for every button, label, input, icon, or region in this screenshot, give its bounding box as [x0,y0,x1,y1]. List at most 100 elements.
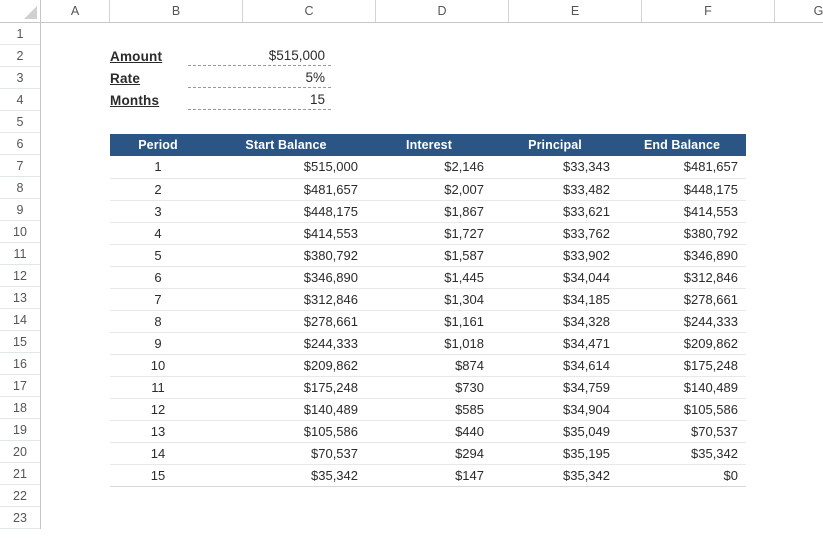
cell-interest[interactable]: $2,007 [366,178,492,201]
cell-period[interactable]: 1 [110,156,206,179]
cell-end-balance[interactable]: $105,586 [618,398,746,421]
cell-principal[interactable]: $33,343 [492,156,618,179]
cell-interest[interactable]: $147 [366,464,492,487]
cell-interest[interactable]: $585 [366,398,492,421]
cell-period[interactable]: 8 [110,310,206,333]
cell-interest[interactable]: $1,018 [366,332,492,355]
cell-interest[interactable]: $1,161 [366,310,492,333]
cell-interest[interactable]: $440 [366,420,492,443]
row-header-7[interactable]: 7 [0,155,40,177]
cell-period[interactable]: 12 [110,398,206,421]
row-header-15[interactable]: 15 [0,331,40,353]
cell-end-balance[interactable]: $414,553 [618,200,746,223]
row-header-17[interactable]: 17 [0,375,40,397]
row-header-22[interactable]: 22 [0,485,40,507]
cell-period[interactable]: 2 [110,178,206,201]
cell-interest[interactable]: $874 [366,354,492,377]
cell-period[interactable]: 15 [110,464,206,487]
row-header-11[interactable]: 11 [0,243,40,265]
row-header-13[interactable]: 13 [0,287,40,309]
cell-end-balance[interactable]: $140,489 [618,376,746,399]
row-header-12[interactable]: 12 [0,265,40,287]
cell-interest[interactable]: $730 [366,376,492,399]
cell-principal[interactable]: $35,195 [492,442,618,465]
cell-start-balance[interactable]: $278,661 [206,310,366,333]
cell-start-balance[interactable]: $448,175 [206,200,366,223]
cell-start-balance[interactable]: $414,553 [206,222,366,245]
row-header-8[interactable]: 8 [0,177,40,199]
column-header-b[interactable]: B [110,0,243,22]
cell-end-balance[interactable]: $448,175 [618,178,746,201]
cell-interest[interactable]: $1,445 [366,266,492,289]
row-header-14[interactable]: 14 [0,309,40,331]
row-header-3[interactable]: 3 [0,67,40,89]
row-header-18[interactable]: 18 [0,397,40,419]
column-header-f[interactable]: F [642,0,775,22]
cell-interest[interactable]: $1,727 [366,222,492,245]
cell-principal[interactable]: $33,621 [492,200,618,223]
cell-interest[interactable]: $1,304 [366,288,492,311]
row-header-6[interactable]: 6 [0,133,40,155]
cell-principal[interactable]: $33,902 [492,244,618,267]
cell-period[interactable]: 10 [110,354,206,377]
cell-start-balance[interactable]: $244,333 [206,332,366,355]
column-header-interest[interactable]: Interest [366,134,492,156]
cell-end-balance[interactable]: $278,661 [618,288,746,311]
cell-period[interactable]: 13 [110,420,206,443]
cell-end-balance[interactable]: $244,333 [618,310,746,333]
row-header-10[interactable]: 10 [0,221,40,243]
cell-period[interactable]: 4 [110,222,206,245]
row-header-5[interactable]: 5 [0,111,40,133]
cell-end-balance[interactable]: $346,890 [618,244,746,267]
cell-end-balance[interactable]: $481,657 [618,156,746,179]
cell-start-balance[interactable]: $105,586 [206,420,366,443]
row-header-19[interactable]: 19 [0,419,40,441]
cell-end-balance[interactable]: $175,248 [618,354,746,377]
select-all-button[interactable] [0,0,41,22]
cell-interest[interactable]: $294 [366,442,492,465]
cell-principal[interactable]: $34,471 [492,332,618,355]
cell-principal[interactable]: $33,482 [492,178,618,201]
months-value[interactable]: 15 [188,90,331,110]
cell-end-balance[interactable]: $380,792 [618,222,746,245]
column-header-start-balance[interactable]: Start Balance [206,134,366,156]
cell-end-balance[interactable]: $70,537 [618,420,746,443]
cell-start-balance[interactable]: $312,846 [206,288,366,311]
row-header-16[interactable]: 16 [0,353,40,375]
cell-period[interactable]: 3 [110,200,206,223]
cell-start-balance[interactable]: $70,537 [206,442,366,465]
cell-principal[interactable]: $33,762 [492,222,618,245]
cell-period[interactable]: 9 [110,332,206,355]
column-header-a[interactable]: A [41,0,110,22]
row-header-4[interactable]: 4 [0,89,40,111]
cell-principal[interactable]: $35,342 [492,464,618,487]
cell-start-balance[interactable]: $346,890 [206,266,366,289]
cell-start-balance[interactable]: $380,792 [206,244,366,267]
column-header-end-balance[interactable]: End Balance [618,134,746,156]
cell-start-balance[interactable]: $515,000 [206,156,366,179]
row-header-21[interactable]: 21 [0,463,40,485]
cell-end-balance[interactable]: $0 [618,464,746,487]
row-header-20[interactable]: 20 [0,441,40,463]
cell-period[interactable]: 5 [110,244,206,267]
row-header-1[interactable]: 1 [0,23,40,45]
cell-principal[interactable]: $34,759 [492,376,618,399]
rate-value[interactable]: 5% [188,68,331,88]
column-header-principal[interactable]: Principal [492,134,618,156]
row-header-2[interactable]: 2 [0,45,40,67]
cell-period[interactable]: 14 [110,442,206,465]
cell-interest[interactable]: $2,146 [366,156,492,179]
cell-principal[interactable]: $34,614 [492,354,618,377]
amount-value[interactable]: $515,000 [188,46,331,66]
column-header-e[interactable]: E [509,0,642,22]
cell-principal[interactable]: $34,328 [492,310,618,333]
column-header-c[interactable]: C [243,0,376,22]
cell-end-balance[interactable]: $35,342 [618,442,746,465]
cell-start-balance[interactable]: $175,248 [206,376,366,399]
cell-principal[interactable]: $35,049 [492,420,618,443]
row-header-23[interactable]: 23 [0,507,40,529]
cell-principal[interactable]: $34,044 [492,266,618,289]
cell-period[interactable]: 6 [110,266,206,289]
cell-interest[interactable]: $1,867 [366,200,492,223]
cell-period[interactable]: 7 [110,288,206,311]
